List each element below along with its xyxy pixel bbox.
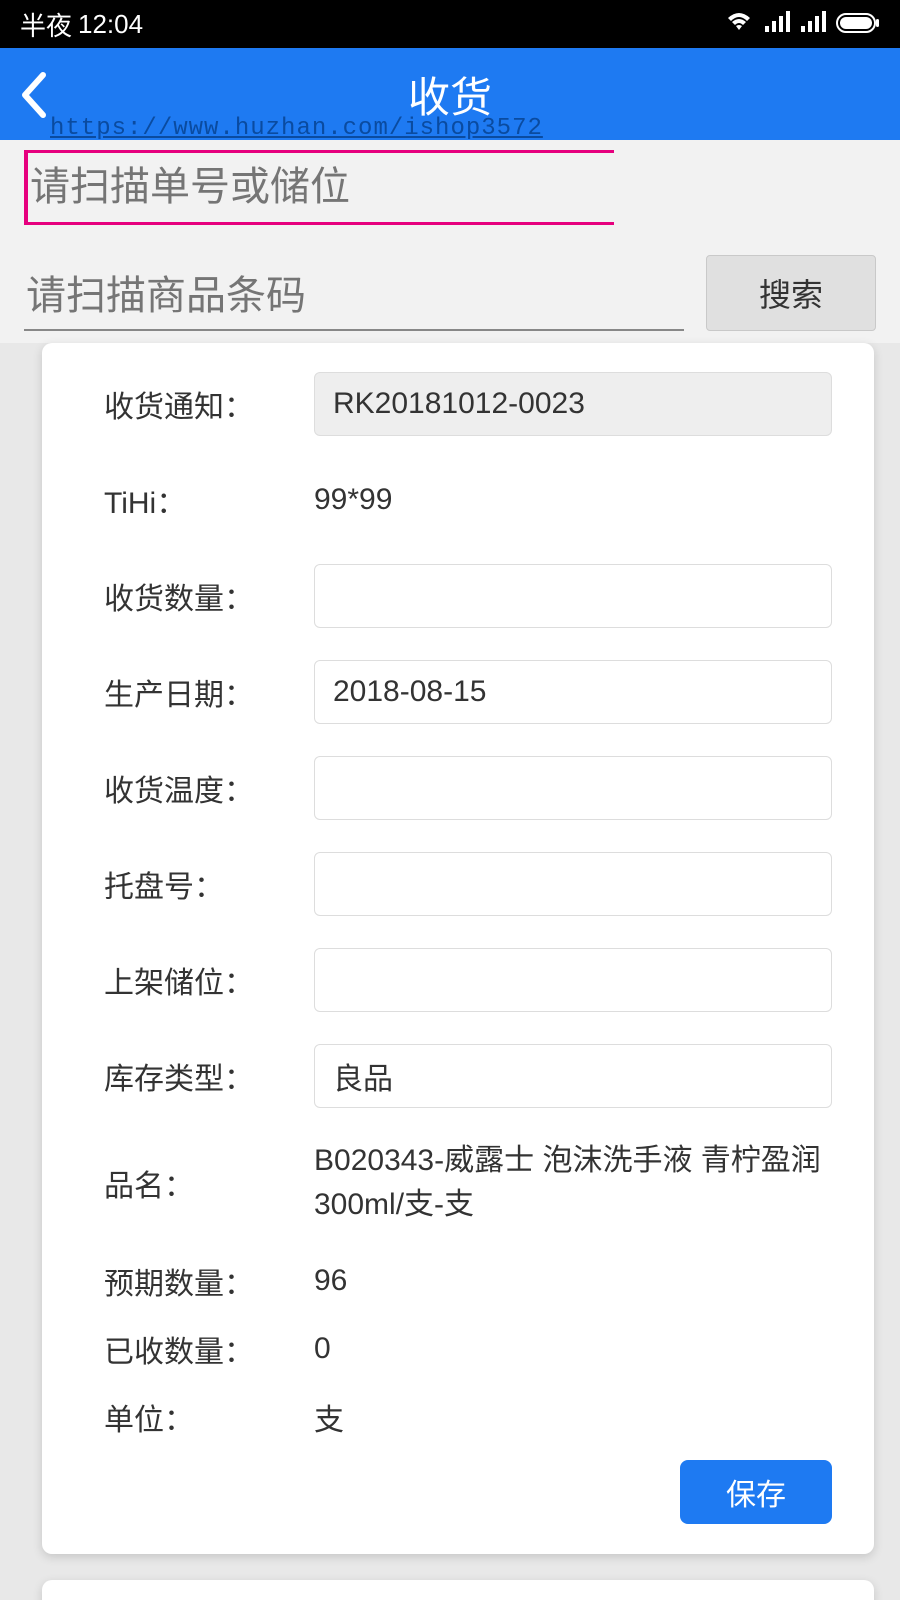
unit-label: 单位：	[104, 1395, 314, 1439]
unit-value: 支	[314, 1395, 344, 1439]
next-card-peek	[42, 1580, 874, 1600]
expected-qty-label: 预期数量：	[104, 1259, 314, 1303]
expected-qty-value: 96	[314, 1264, 347, 1298]
pallet-input[interactable]	[314, 852, 832, 916]
tihi-value: 99*99	[314, 483, 392, 517]
receive-notice-value: RK20181012-0023	[314, 372, 832, 436]
battery-icon	[836, 9, 880, 40]
receive-card: 收货通知： RK20181012-0023 TiHi： 99*99 收货数量： …	[42, 343, 874, 1554]
watermark-url: https://www.huzhan.com/ishop3572	[50, 115, 543, 142]
receive-temp-label: 收货温度：	[104, 766, 314, 810]
status-bar: 半夜12:04	[0, 0, 900, 48]
back-icon[interactable]	[18, 70, 48, 125]
stock-type-input[interactable]	[314, 1044, 832, 1108]
prod-date-label: 生产日期：	[104, 670, 314, 714]
shelf-loc-label: 上架储位：	[104, 958, 314, 1002]
pallet-label: 托盘号：	[104, 862, 314, 906]
scan-barcode-input[interactable]	[24, 264, 684, 331]
signal-icon-2	[800, 9, 826, 40]
search-button[interactable]: 搜索	[706, 255, 876, 331]
receive-temp-input[interactable]	[314, 756, 832, 820]
time-prefix: 半夜	[20, 6, 72, 43]
receive-qty-label: 收货数量：	[104, 574, 314, 618]
receive-qty-input[interactable]	[314, 564, 832, 628]
wifi-icon	[724, 9, 754, 40]
tihi-label: TiHi：	[104, 478, 314, 522]
received-qty-label: 已收数量：	[104, 1327, 314, 1371]
received-qty-value: 0	[314, 1332, 331, 1366]
search-area: 搜索	[0, 140, 900, 343]
scan-order-input[interactable]	[24, 150, 614, 225]
app-header: 收货 https://www.huzhan.com/ishop3572	[0, 48, 900, 140]
receive-notice-label: 收货通知：	[104, 382, 314, 426]
save-button[interactable]: 保存	[680, 1460, 832, 1524]
shelf-loc-input[interactable]	[314, 948, 832, 1012]
stock-type-label: 库存类型：	[104, 1054, 314, 1098]
product-value: B020343-威露士 泡沫洗手液 青柠盈润 300ml/支-支	[314, 1139, 832, 1226]
signal-icon-1	[764, 9, 790, 40]
prod-date-input[interactable]	[314, 660, 832, 724]
product-label: 品名：	[104, 1161, 314, 1205]
status-time: 12:04	[78, 9, 143, 40]
